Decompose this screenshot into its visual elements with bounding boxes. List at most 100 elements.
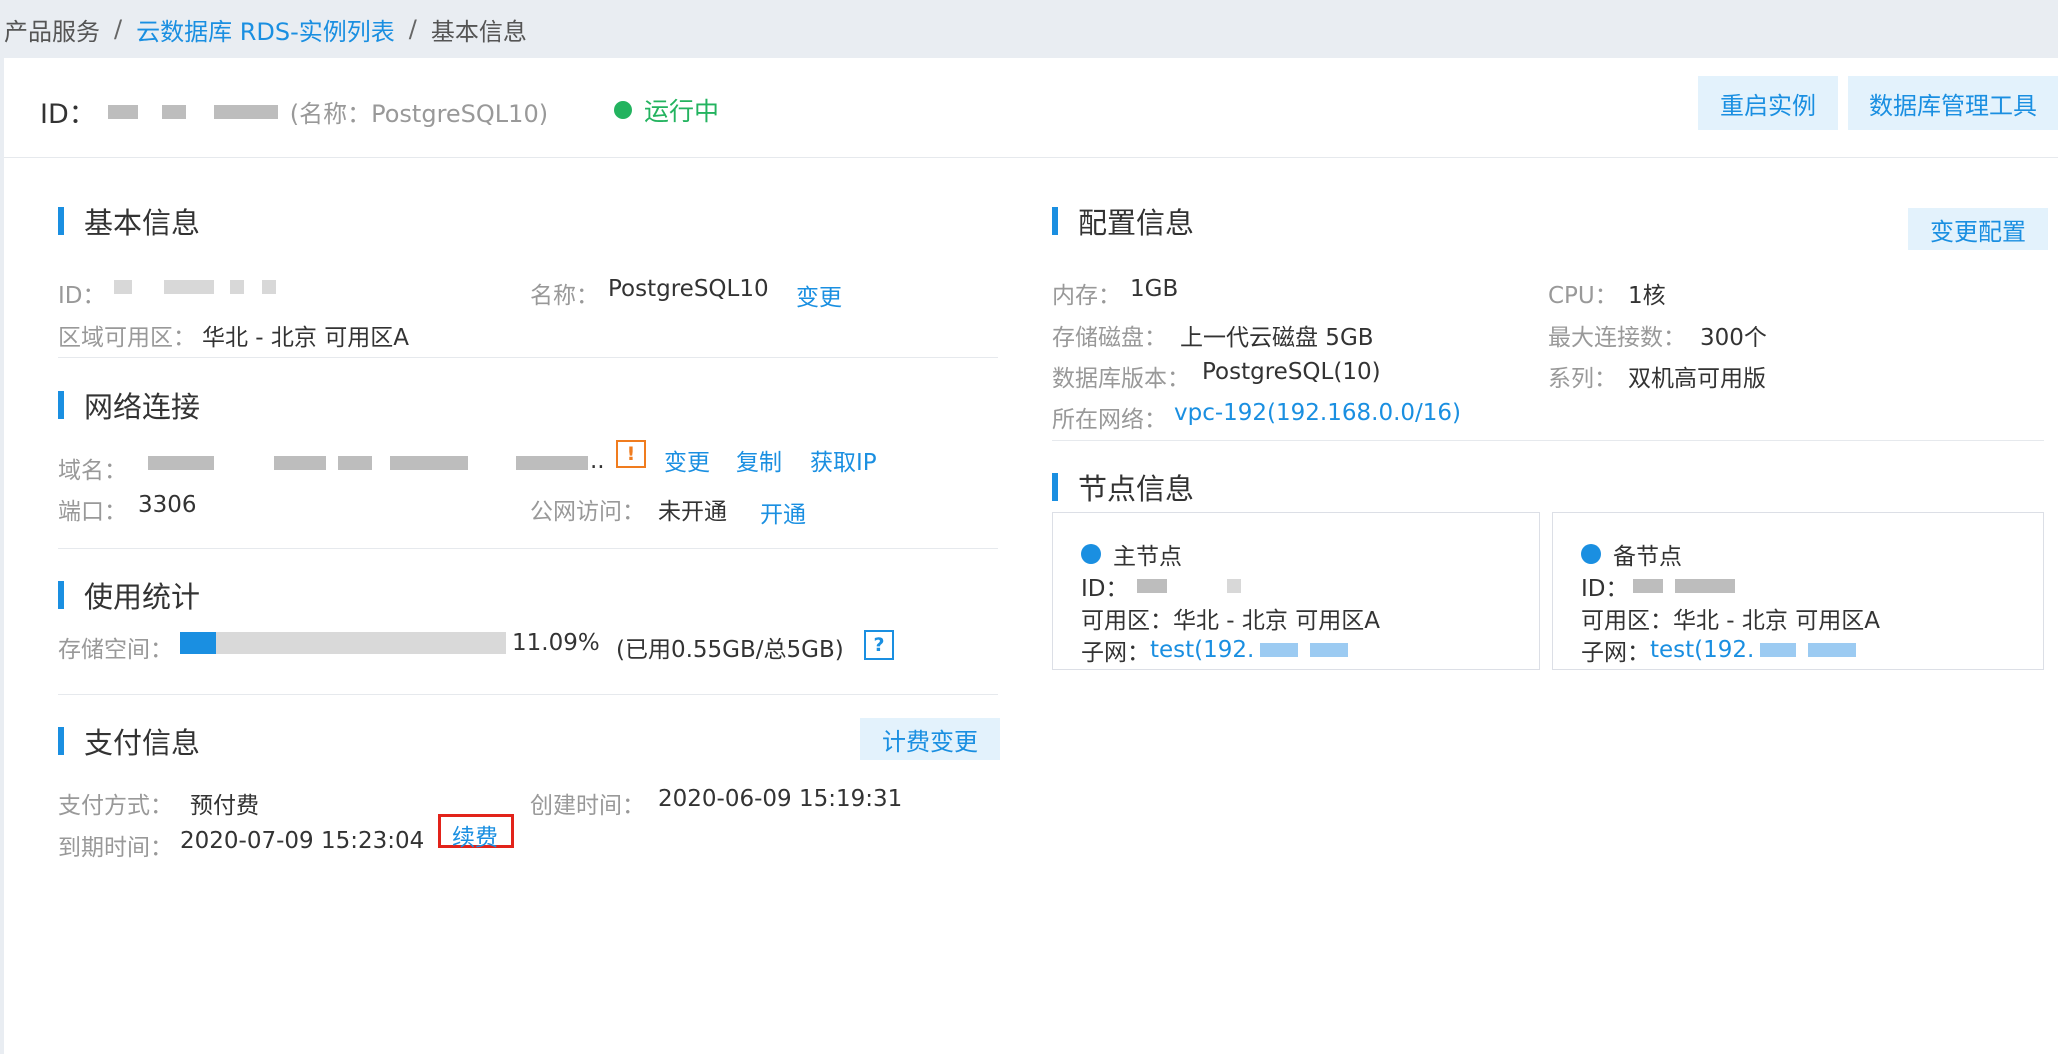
storage-label: 存储空间： — [58, 637, 173, 663]
section-bar — [58, 207, 64, 235]
storage-percent: 11.09% — [512, 630, 600, 656]
master-subnet-link[interactable]: test(192. — [1150, 637, 1254, 663]
billing-change-button[interactable]: 计费变更 — [860, 718, 1000, 760]
payment-method-label: 支付方式： — [58, 793, 173, 819]
max-connections-value: 300个 — [1700, 325, 1767, 351]
domain-label: 域名： — [58, 458, 127, 484]
slave-node-id: ID： — [1581, 569, 1735, 603]
expire-time-value: 2020-07-09 15:23:04 — [180, 828, 425, 854]
masked-domain — [390, 456, 468, 470]
instance-header: ID： (名称：PostgreSQL10) 运行中 重启实例 数据库管理工具 — [4, 58, 2058, 158]
slave-subnet-link[interactable]: test(192. — [1650, 637, 1754, 663]
section-bar — [1052, 207, 1058, 235]
series-value: 双机高可用版 — [1628, 366, 1766, 392]
warning-icon[interactable]: ! — [616, 440, 646, 468]
status-dot-icon — [614, 101, 632, 119]
basic-id-label: ID： — [58, 283, 106, 309]
node-dot-icon — [1581, 544, 1601, 564]
masked-subnet — [1760, 643, 1797, 657]
change-config-button[interactable]: 变更配置 — [1908, 208, 2048, 250]
masked-subnet — [1808, 643, 1857, 657]
breadcrumb: 产品服务 / 云数据库 RDS-实例列表 / 基本信息 — [0, 0, 2058, 58]
get-ip-link[interactable]: 获取IP — [810, 443, 877, 477]
instance-id-line: ID： (名称：PostgreSQL10) — [40, 92, 548, 131]
masked-domain — [274, 456, 326, 470]
basic-name-value: PostgreSQL10 — [608, 276, 769, 302]
payment-title: 支付信息 — [58, 720, 200, 762]
masked-id — [1226, 579, 1241, 593]
slave-node-header: 备节点 — [1581, 537, 1682, 571]
masked-domain — [338, 456, 372, 470]
series-label: 系列： — [1548, 366, 1617, 392]
port-label: 端口： — [58, 499, 127, 525]
open-public-access-link[interactable]: 开通 — [760, 495, 806, 529]
instance-id-label: ID： — [40, 99, 96, 130]
db-version-label: 数据库版本： — [1052, 366, 1190, 392]
masked-id — [230, 280, 244, 294]
instance-status: 运行中 — [614, 92, 719, 128]
masked-id — [164, 280, 214, 294]
master-node-header: 主节点 — [1081, 537, 1182, 571]
section-bar — [1052, 473, 1058, 501]
masked-id — [107, 104, 138, 119]
renew-link[interactable]: 续费 — [452, 818, 498, 852]
db-version-value: PostgreSQL(10) — [1202, 359, 1381, 385]
storage-detail: (已用0.55GB/总5GB) — [616, 637, 844, 663]
instance-name: (名称：PostgreSQL10) — [289, 100, 549, 128]
divider — [58, 357, 998, 358]
master-node-id: ID： — [1081, 569, 1241, 603]
network-label: 所在网络： — [1052, 407, 1167, 433]
region-value: 华北 - 北京 可用区A — [202, 325, 409, 351]
port-value: 3306 — [138, 492, 197, 518]
memory-value: 1GB — [1130, 276, 1179, 302]
masked-id — [213, 104, 278, 119]
masked-id — [114, 280, 132, 294]
help-icon[interactable]: ? — [864, 630, 894, 660]
status-text: 运行中 — [644, 97, 720, 126]
divider — [58, 694, 998, 695]
public-access-label: 公网访问： — [530, 499, 645, 525]
masked-subnet — [1260, 643, 1299, 657]
region-label: 区域可用区： — [58, 325, 196, 351]
db-management-tool-button[interactable]: 数据库管理工具 — [1848, 76, 2058, 130]
change-domain-link[interactable]: 变更 — [664, 443, 710, 477]
cpu-value: 1核 — [1628, 283, 1666, 309]
created-time-value: 2020-06-09 15:19:31 — [658, 786, 903, 812]
expire-time-label: 到期时间： — [58, 835, 173, 861]
breadcrumb-instance-list[interactable]: 云数据库 RDS-实例列表 — [136, 12, 395, 47]
section-bar — [58, 581, 64, 609]
copy-domain-link[interactable]: 复制 — [736, 443, 782, 477]
section-bar — [58, 391, 64, 419]
nodes-title: 节点信息 — [1052, 466, 1194, 508]
section-bar — [58, 727, 64, 755]
storage-progress-bar — [180, 632, 506, 654]
master-node-card: 主节点 ID： 可用区：华北 - 北京 可用区A 子网： test(192. — [1052, 512, 1540, 670]
max-connections-label: 最大连接数： — [1548, 325, 1686, 351]
config-title: 配置信息 — [1052, 200, 1194, 242]
masked-domain — [148, 456, 214, 470]
divider — [58, 548, 998, 549]
memory-label: 内存： — [1052, 283, 1121, 309]
cpu-label: CPU： — [1548, 283, 1618, 309]
breadcrumb-products[interactable]: 产品服务 — [4, 12, 100, 47]
slave-node-card: 备节点 ID： 可用区：华北 - 北京 可用区A 子网： test(192. — [1552, 512, 2044, 670]
slave-node-subnet: 子网： test(192. — [1581, 633, 1857, 667]
public-access-value: 未开通 — [658, 499, 727, 525]
network-title: 网络连接 — [58, 384, 200, 426]
basic-info-title: 基本信息 — [58, 200, 200, 242]
masked-id — [1632, 579, 1663, 593]
master-node-name: 主节点 — [1113, 544, 1182, 570]
change-name-link[interactable]: 变更 — [796, 278, 842, 312]
breadcrumb-separator: / — [408, 15, 417, 43]
breadcrumb-current: 基本信息 — [430, 17, 527, 46]
restart-instance-button[interactable]: 重启实例 — [1698, 76, 1838, 130]
masked-id — [161, 104, 186, 119]
vpc-network-link[interactable]: vpc-192(192.168.0.0/16) — [1174, 400, 1461, 426]
masked-subnet — [1310, 643, 1349, 657]
masked-id — [1136, 579, 1167, 593]
masked-domain — [516, 456, 588, 470]
divider — [1052, 440, 2044, 441]
created-time-label: 创建时间： — [530, 793, 645, 819]
master-node-subnet: 子网： test(192. — [1081, 633, 1349, 667]
usage-title: 使用统计 — [58, 574, 200, 616]
